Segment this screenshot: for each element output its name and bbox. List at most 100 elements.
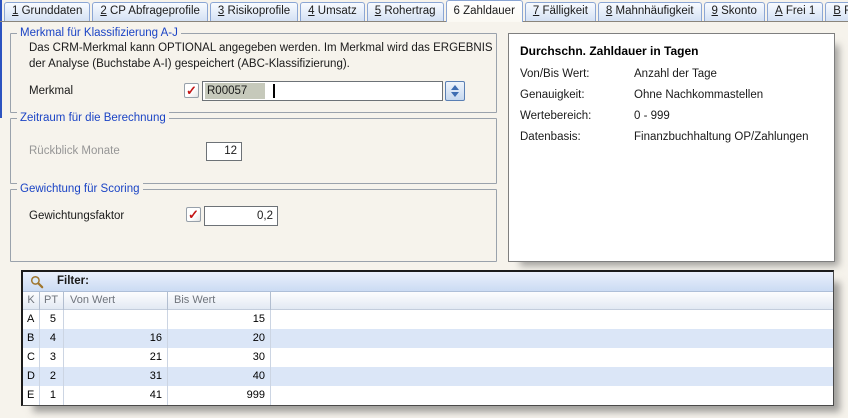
cell-filler [271,310,833,329]
info-value-datenbasis: Finanzbuchhaltung OP/Zahlungen [634,131,809,143]
cell-k: A [23,310,40,329]
cell-pt: 4 [40,329,64,348]
column-header-von-wert[interactable]: Von Wert [64,292,168,310]
column-header-k[interactable]: K [23,292,40,310]
tab-rohertrag[interactable]: 5 Rohertrag [367,2,444,21]
filter-label: Filter: [57,275,89,287]
tab-label: Frei 1 [786,5,815,17]
tab-accelerator: A [775,5,783,17]
tab-umsatz[interactable]: 4 Umsatz [300,2,365,21]
filter-bar[interactable]: Filter: [23,272,833,292]
tab-risikoprofile[interactable]: 3 Risikoprofile [210,2,298,21]
tab-grunddaten[interactable]: 1 Grunddaten [4,2,90,21]
table-row[interactable]: B 4 16 20 [23,329,833,348]
merkmal-input[interactable]: R00057 [202,81,443,101]
tab-accelerator: 9 [712,5,718,17]
tab-label: Zahldauer [463,5,515,17]
cell-pt: 1 [40,386,64,405]
tab-accelerator: 6 [454,5,460,17]
cell-k: B [23,329,40,348]
cell-von-wert: 41 [64,386,168,405]
tab-accelerator: 8 [606,5,612,17]
cell-k: C [23,348,40,367]
groupbox-zeitraum: Zeitraum für die Berechnung Rückblick Mo… [10,118,497,184]
column-header-pt[interactable]: PT [40,292,64,310]
table-row[interactable]: A 5 15 [23,310,833,329]
merkmal-label: Merkmal [29,85,73,97]
table-row[interactable]: D 2 31 40 [23,367,833,386]
tab-label: Grunddaten [22,5,83,17]
info-label-genauigkeit: Genauigkeit: [520,89,585,101]
info-label-von-bis: Von/Bis Wert: [520,68,589,80]
tab-skonto[interactable]: 9 Skonto [704,2,765,21]
table-row[interactable]: C 3 21 30 [23,348,833,367]
cell-pt: 5 [40,310,64,329]
info-panel-zahldauer: Durchschn. Zahldauer in Tagen Von/Bis We… [508,33,835,262]
table-header-row: K PT Von Wert Bis Wert [23,292,833,310]
cell-filler [271,329,833,348]
tab-frei-1[interactable]: A Frei 1 [767,2,823,21]
info-value-genauigkeit: Ohne Nachkommastellen [634,89,763,101]
cell-von-wert [64,310,168,329]
tab-label: Risikoprofile [228,5,291,17]
info-panel-title: Durchschn. Zahldauer in Tagen [520,44,698,58]
classification-table-panel: Filter: K PT Von Wert Bis Wert A 5 15 B … [21,270,834,406]
tab-accelerator: B [833,5,841,17]
tab-zahldauer-active[interactable]: 6 Zahldauer [446,0,523,22]
tab-accelerator: 5 [375,5,381,17]
cell-von-wert: 16 [64,329,168,348]
merkmal-description-line2: der Analyse (Buchstabe A-I) gespeichert … [29,58,350,70]
info-label-wertebereich: Wertebereich: [520,110,591,122]
gewichtungsfaktor-input[interactable]: 0,2 [204,206,278,226]
cell-bis-wert: 30 [168,348,271,367]
text-caret [273,84,275,98]
tab-label: Frei 2 [844,5,848,17]
rueckblick-monate-label: Rückblick Monate [29,145,120,157]
cell-bis-wert: 15 [168,310,271,329]
gewichtungsfaktor-checkbox[interactable]: ✓ [186,207,201,222]
cell-pt: 2 [40,367,64,386]
groupbox-gewichtung-title: Gewichtung für Scoring [17,182,143,196]
cell-filler [271,367,833,386]
cell-bis-wert: 20 [168,329,271,348]
tab-frei-2[interactable]: B Frei 2 [825,2,848,21]
search-icon [30,275,44,289]
check-icon: ✓ [186,83,197,98]
tab-accelerator: 1 [12,5,18,17]
cell-k: E [23,386,40,405]
tab-cp-abfrageprofile[interactable]: 2 CP Abfrageprofile [92,2,208,21]
cell-k: D [23,367,40,386]
tab-label: Umsatz [318,5,357,17]
rueckblick-monate-input[interactable]: 12 [206,142,242,161]
column-header-filler [271,292,833,310]
tab-faelligkeit[interactable]: 7 Fälligkeit [525,2,596,21]
tab-label: CP Abfrageprofile [110,5,200,17]
tab-bar: 1 Grunddaten 2 CP Abfrageprofile 3 Risik… [2,0,848,22]
tab-mahnhaeufigkeit[interactable]: 8 Mahnhäufigkeit [598,2,702,21]
spinner-up-icon[interactable] [451,85,459,90]
info-value-wertebereich: 0 - 999 [634,110,670,122]
groupbox-merkmal-title: Merkmal für Klassifizierung A-J [17,26,181,40]
tab-accelerator: 2 [100,5,106,17]
cell-bis-wert: 999 [168,386,271,405]
info-value-von-bis: Anzahl der Tage [634,68,717,80]
gewichtungsfaktor-label: Gewichtungsfaktor [29,210,124,222]
merkmal-selected-text: R00057 [205,83,265,99]
cell-bis-wert: 40 [168,367,271,386]
tab-label: Skonto [721,5,757,17]
tab-label: Rohertrag [384,5,435,17]
table-row[interactable]: E 1 41 999 [23,386,833,405]
column-header-bis-wert[interactable]: Bis Wert [168,292,271,310]
tab-accelerator: 4 [308,5,314,17]
merkmal-checkbox[interactable]: ✓ [184,83,199,98]
cell-von-wert: 21 [64,348,168,367]
spinner-down-icon[interactable] [451,92,459,97]
tab-label: Fälligkeit [543,5,588,17]
tab-accelerator: 7 [533,5,539,17]
cell-von-wert: 31 [64,367,168,386]
merkmal-spinner[interactable] [445,81,465,101]
cell-pt: 3 [40,348,64,367]
cell-filler [271,386,833,405]
merkmal-description-line1: Das CRM-Merkmal kann OPTIONAL angegeben … [29,42,493,54]
cell-filler [271,348,833,367]
